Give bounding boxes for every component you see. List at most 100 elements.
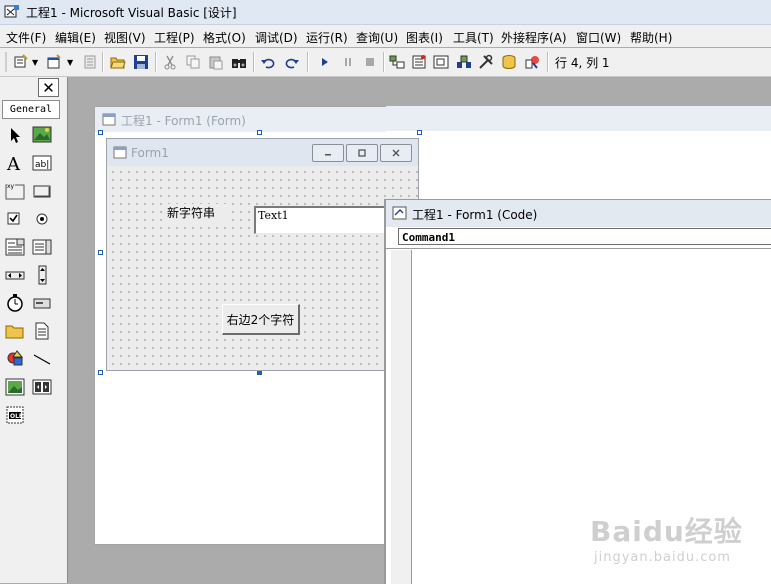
code-window-icon (392, 206, 408, 223)
ole-icon[interactable]: OLE (5, 405, 25, 425)
project-explorer-icon[interactable] (389, 54, 405, 70)
timer-icon[interactable] (5, 293, 25, 313)
form-layout-icon[interactable] (433, 54, 449, 70)
maximize-icon (358, 149, 366, 157)
end-icon[interactable] (362, 54, 378, 70)
menu-query[interactable]: 查询(U) (356, 29, 398, 46)
resize-handle[interactable] (417, 130, 422, 135)
designer-canvas (386, 131, 771, 201)
close-button[interactable] (380, 144, 412, 162)
title-bar: 工程1 - Microsoft Visual Basic [设计] (0, 0, 771, 25)
code-title-bar[interactable]: 工程1 - Form1 (Code) (386, 200, 771, 227)
code-margin[interactable] (391, 250, 412, 584)
properties-icon[interactable] (411, 54, 427, 70)
picturebox-icon[interactable] (32, 125, 52, 145)
dropdown-arrow-icon[interactable]: ▼ (67, 58, 73, 67)
textbox-icon[interactable]: ab| (32, 153, 52, 173)
menu-run[interactable]: 运行(R) (306, 29, 348, 46)
object-browser-icon[interactable] (456, 54, 472, 70)
line-icon[interactable] (32, 349, 52, 369)
window-title: 工程1 - Microsoft Visual Basic [设计] (26, 6, 237, 20)
paste-icon[interactable] (208, 54, 224, 70)
component-manager-icon[interactable] (524, 54, 540, 70)
designer-title-bar-extension (386, 106, 771, 131)
toolbox-icon[interactable] (478, 54, 494, 70)
optionbutton-icon[interactable] (32, 209, 52, 229)
menu-tools[interactable]: 工具(T) (453, 29, 494, 46)
close-icon (392, 149, 400, 157)
resize-handle[interactable] (98, 130, 103, 135)
start-icon[interactable] (317, 54, 333, 70)
svg-text:ab|: ab| (35, 160, 49, 170)
menu-debug[interactable]: 调试(D) (255, 29, 298, 46)
text1-textbox[interactable]: Text1 (254, 206, 394, 234)
resize-handle[interactable] (98, 250, 103, 255)
dirlistbox-icon[interactable] (5, 321, 25, 341)
open-icon[interactable] (110, 54, 126, 70)
combobox-icon[interactable] (5, 237, 25, 257)
save-icon[interactable] (133, 54, 149, 70)
image-icon[interactable] (5, 377, 25, 397)
menu-view[interactable]: 视图(V) (104, 29, 146, 46)
dropdown-arrow-icon[interactable]: ▼ (32, 58, 38, 67)
add-form-icon[interactable] (46, 54, 62, 70)
form1-title-bar[interactable]: Form1 (107, 139, 418, 166)
copy-icon[interactable] (185, 54, 201, 70)
svg-text:xy: xy (7, 183, 15, 190)
find-icon[interactable] (231, 54, 247, 70)
standard-toolbar: ▼ ▼ 行 4, 列 1 (0, 48, 771, 77)
filelistbox-icon[interactable] (32, 321, 52, 341)
redo-icon[interactable] (284, 54, 300, 70)
checkbox-icon[interactable] (5, 209, 25, 229)
hscrollbar-icon[interactable] (5, 265, 25, 285)
menu-bar: 文件(F) 编辑(E) 视图(V) 工程(P) 格式(O) 调试(D) 运行(R… (0, 25, 771, 47)
designer-title-bar[interactable]: 工程1 - Form1 (Form) (95, 107, 387, 132)
menu-window[interactable]: 窗口(W) (576, 29, 621, 46)
frame-icon[interactable]: xy (5, 181, 25, 201)
maximize-button[interactable] (346, 144, 378, 162)
cursor-position: 行 4, 列 1 (555, 56, 610, 70)
toolbox-tab-general[interactable]: General (2, 100, 60, 119)
baidu-watermark: Baidu经验 jingyan.baidu.com (590, 510, 760, 570)
svg-text:OLE: OLE (10, 413, 23, 420)
menu-format[interactable]: 格式(O) (203, 29, 246, 46)
watermark-brand: Baidu经验 (590, 515, 743, 548)
vb-app-icon[interactable] (4, 4, 20, 19)
designer-title: 工程1 - Form1 (Form) (121, 114, 246, 128)
menu-file[interactable]: 文件(F) (6, 29, 46, 46)
undo-icon[interactable] (260, 54, 276, 70)
menu-editor-icon[interactable] (82, 54, 98, 70)
object-dropdown[interactable]: Command1 (398, 228, 771, 245)
minimize-icon (325, 154, 331, 156)
vscrollbar-icon[interactable] (32, 265, 52, 285)
minimize-button[interactable] (312, 144, 344, 162)
resize-handle[interactable] (257, 130, 262, 135)
label-icon[interactable]: A (5, 153, 25, 173)
watermark-url: jingyan.baidu.com (594, 550, 731, 565)
menu-help[interactable]: 帮助(H) (630, 29, 672, 46)
data-view-icon[interactable] (501, 54, 517, 70)
shape-icon[interactable] (5, 349, 25, 369)
menu-diagram[interactable]: 图表(I) (406, 29, 443, 46)
command1-button[interactable]: 右边2个字符 (222, 304, 300, 335)
form1-window[interactable]: Form1 新字符串 Text1 右边2个字符 (106, 138, 419, 371)
menu-addins[interactable]: 外接程序(A) (501, 29, 567, 46)
data-icon[interactable] (32, 377, 52, 397)
form-icon (113, 146, 127, 162)
divider (386, 248, 771, 249)
close-icon[interactable]: ✕ (38, 78, 59, 97)
commandbutton-icon[interactable] (32, 181, 52, 201)
break-icon[interactable] (340, 54, 356, 70)
pointer-icon[interactable] (5, 125, 25, 145)
listbox-icon[interactable] (32, 237, 52, 257)
code-window-title: 工程1 - Form1 (Code) (412, 208, 538, 222)
menu-project[interactable]: 工程(P) (154, 29, 195, 46)
form1-grid-canvas[interactable]: 新字符串 Text1 右边2个字符 (107, 166, 418, 370)
resize-handle[interactable] (98, 370, 103, 375)
toolbox-panel: ✕ General A ab| xy OLE (0, 77, 68, 583)
menu-edit[interactable]: 编辑(E) (55, 29, 96, 46)
add-project-icon[interactable] (13, 54, 29, 70)
cut-icon[interactable] (162, 54, 178, 70)
drivelistbox-icon[interactable] (32, 293, 52, 313)
label-new-string[interactable]: 新字符串 (165, 204, 229, 222)
